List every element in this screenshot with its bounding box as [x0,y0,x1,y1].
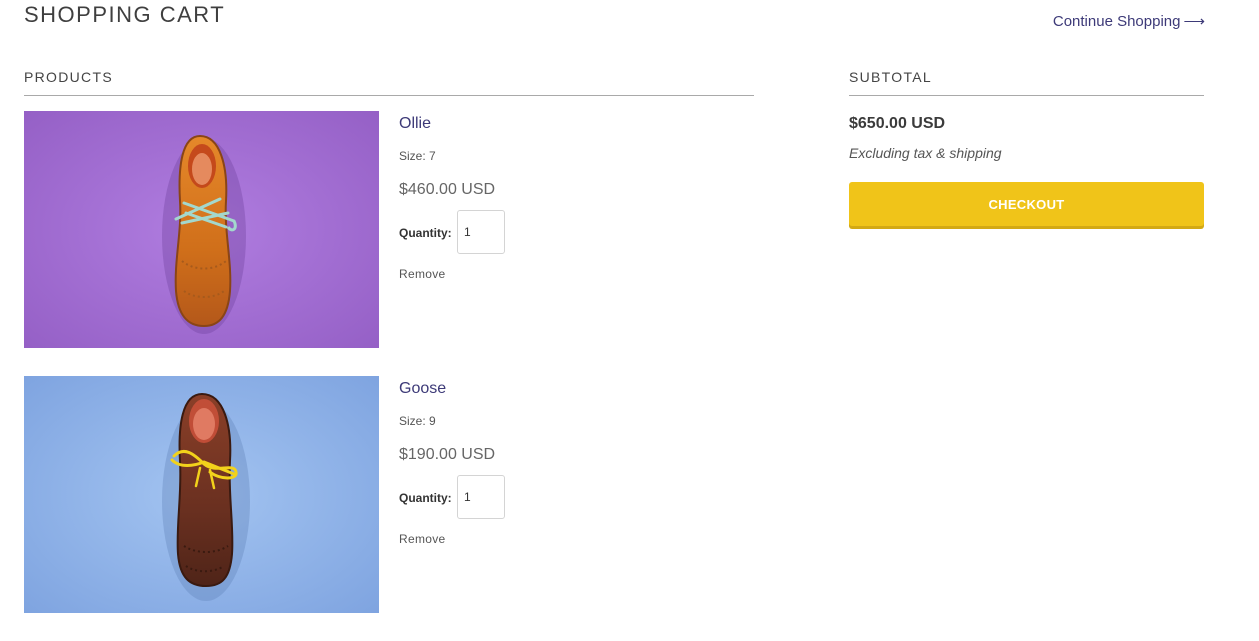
subtotal-heading: SUBTOTAL [849,69,1204,96]
quantity-label: Quantity: [399,491,452,505]
product-price: $460.00 USD [399,181,496,198]
checkout-button[interactable]: CHECKOUT [849,182,1204,226]
product-image[interactable] [24,376,379,613]
remove-link[interactable]: Remove [399,267,445,281]
product-name[interactable]: Goose [399,380,446,398]
cart-item: Goose Size: 9 $190.00 USD Quantity: Remo… [24,376,754,613]
arrow-right-icon: ⟶ [1183,13,1205,30]
shoe-image [24,111,379,348]
cart-item: Ollie Size: 7 $460.00 USD Quantity: Remo… [24,111,754,348]
remove-link[interactable]: Remove [399,532,445,546]
product-size: Size: 9 [399,414,436,428]
product-name[interactable]: Ollie [399,115,431,133]
products-heading: PRODUCTS [24,69,754,96]
quantity-label: Quantity: [399,226,452,240]
continue-shopping-link[interactable]: Continue Shopping ⟶ [1053,12,1205,30]
product-image[interactable] [24,111,379,348]
quantity-input[interactable] [457,475,505,519]
page-title: SHOPPING CART [24,2,226,27]
continue-shopping-label: Continue Shopping [1052,13,1181,30]
quantity-input[interactable] [457,210,505,254]
subtotal-note: Excluding tax & shipping [849,145,1002,161]
product-price: $190.00 USD [399,446,496,463]
shoe-image [24,376,379,613]
subtotal-amount: $650.00 USD [849,115,946,132]
product-size: Size: 7 [399,149,436,163]
